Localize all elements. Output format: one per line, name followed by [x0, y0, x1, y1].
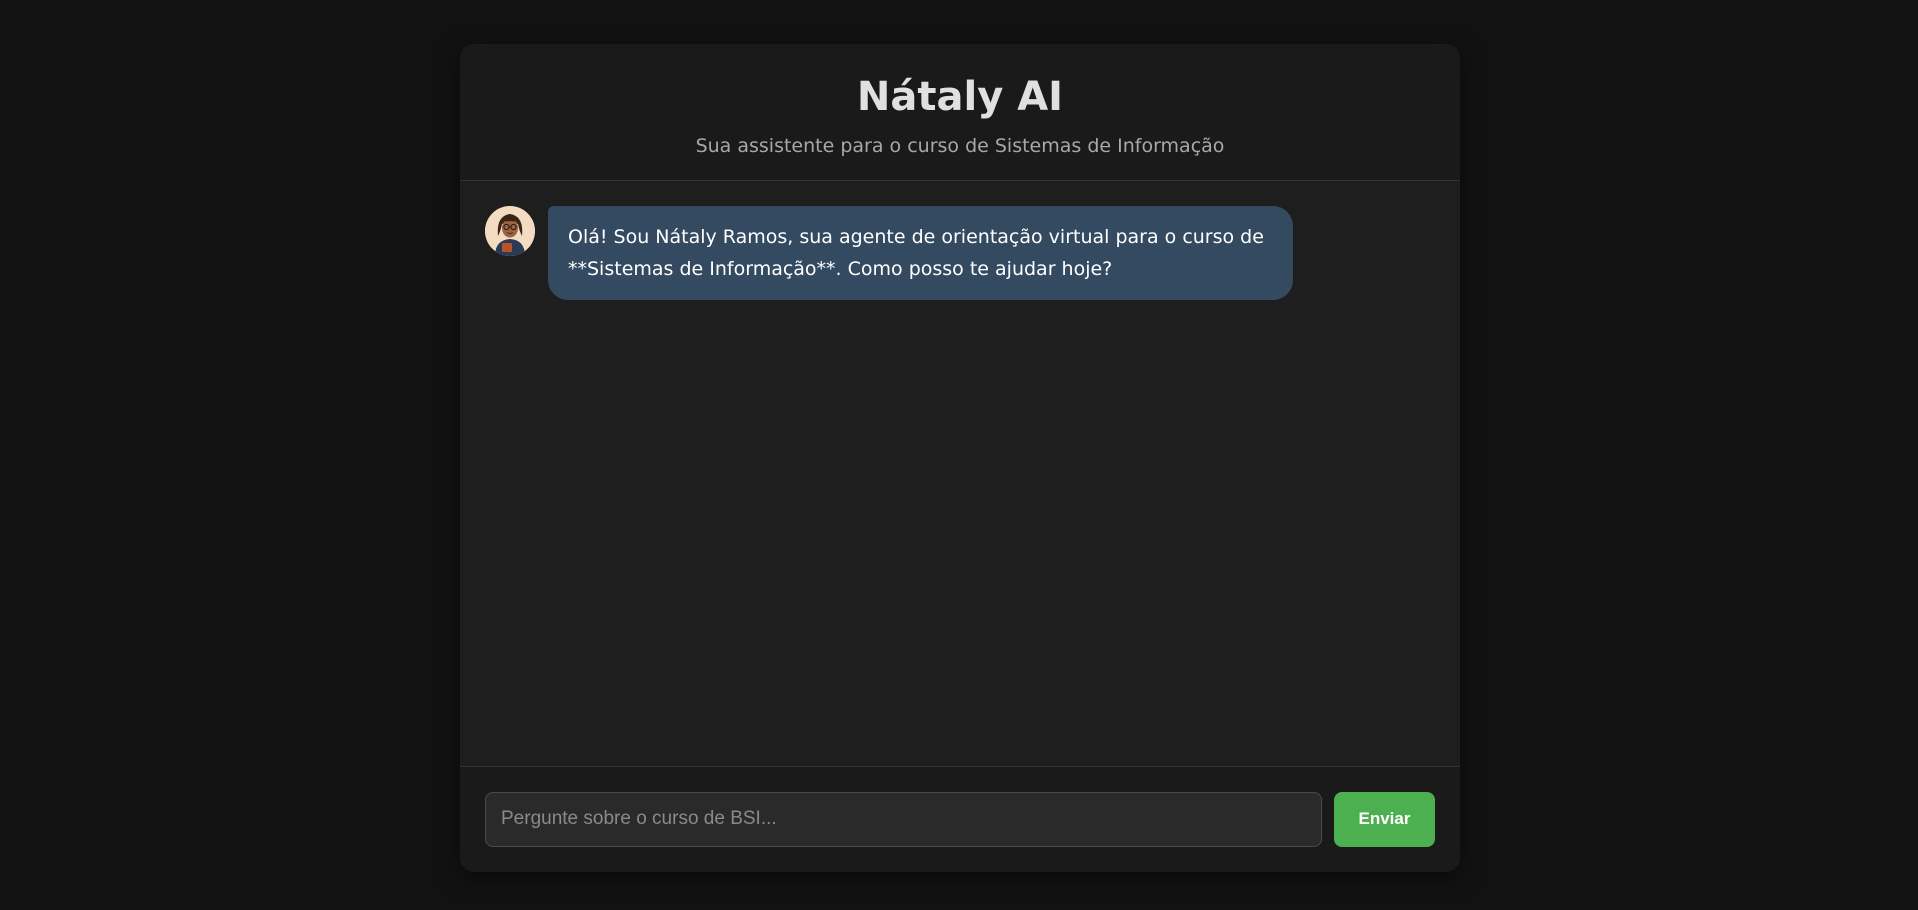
bot-message-bubble: Olá! Sou Nátaly Ramos, sua agente de ori…	[548, 206, 1293, 300]
app-title: Nátaly AI	[856, 74, 1064, 120]
chat-header: Nátaly AI Sua assistente para o curso de…	[460, 44, 1460, 181]
bot-message: Olá! Sou Nátaly Ramos, sua agente de ori…	[485, 206, 1435, 300]
assistant-avatar-icon	[485, 206, 535, 256]
composer-bar: Enviar	[460, 766, 1460, 872]
chat-window: Nátaly AI Sua assistente para o curso de…	[460, 44, 1460, 872]
send-button[interactable]: Enviar	[1334, 791, 1435, 847]
message-list: Olá! Sou Nátaly Ramos, sua agente de ori…	[460, 181, 1460, 766]
app-subtitle: Sua assistente para o curso de Sistemas …	[695, 135, 1225, 157]
message-input[interactable]	[485, 791, 1322, 847]
